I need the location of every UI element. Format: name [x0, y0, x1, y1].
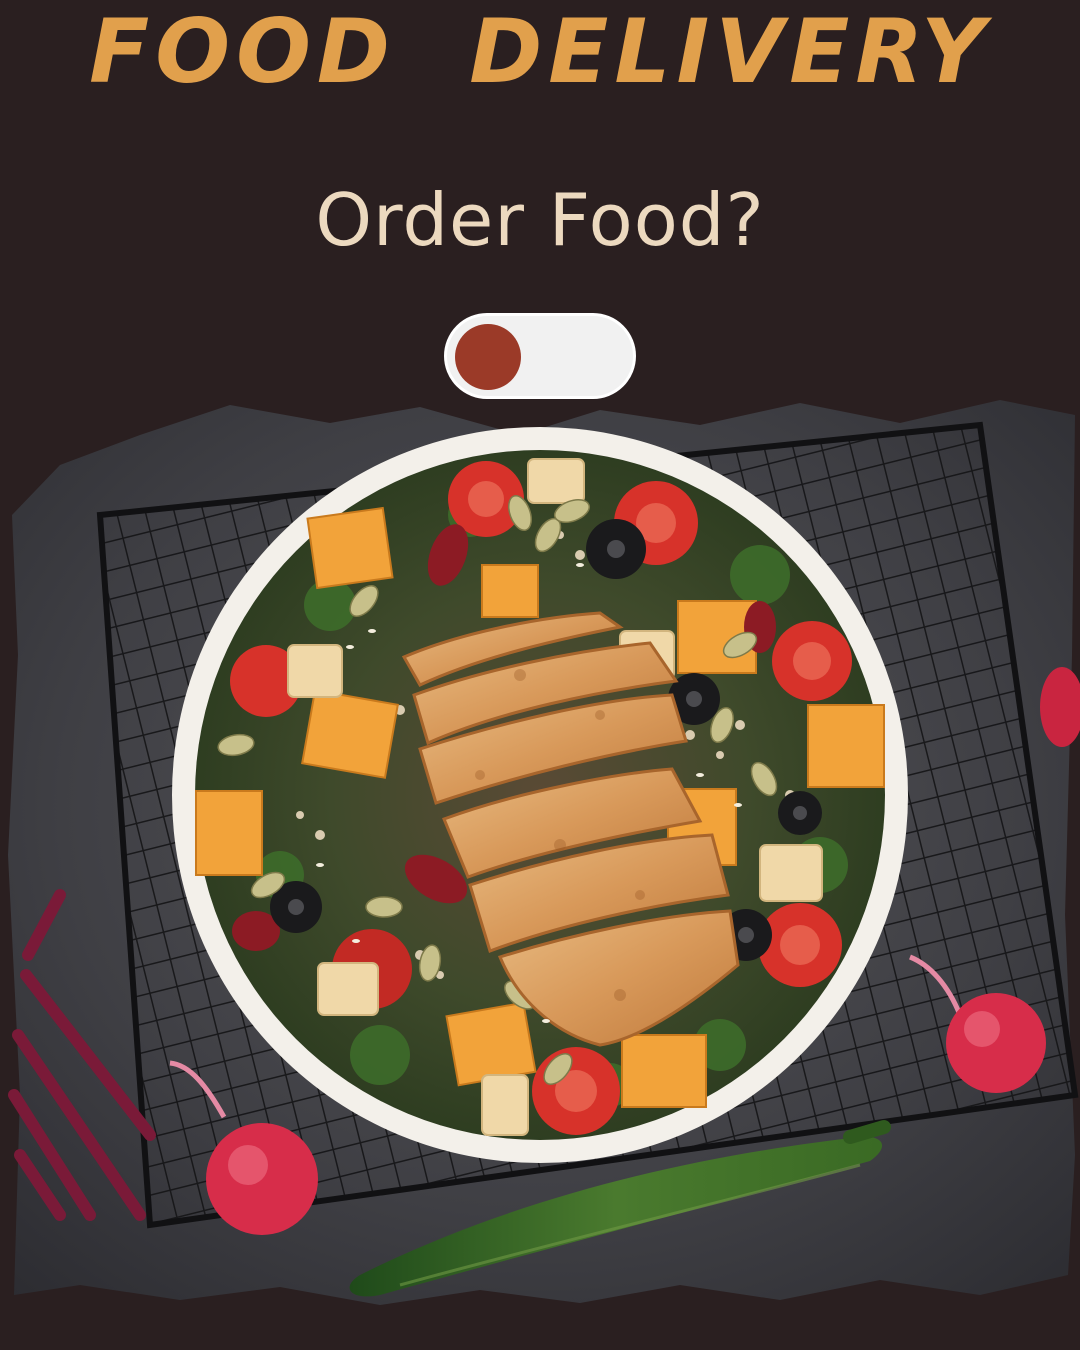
food-delivery-screen: FOOD DELIVERY Order Food?: [0, 0, 1080, 1350]
page-title: FOOD DELIVERY: [89, 0, 991, 103]
salad-bowl-photo: [8, 400, 1080, 1305]
order-food-toggle[interactable]: [444, 313, 636, 399]
order-food-question: Order Food?: [315, 178, 765, 262]
toggle-knob-icon: [455, 324, 521, 390]
